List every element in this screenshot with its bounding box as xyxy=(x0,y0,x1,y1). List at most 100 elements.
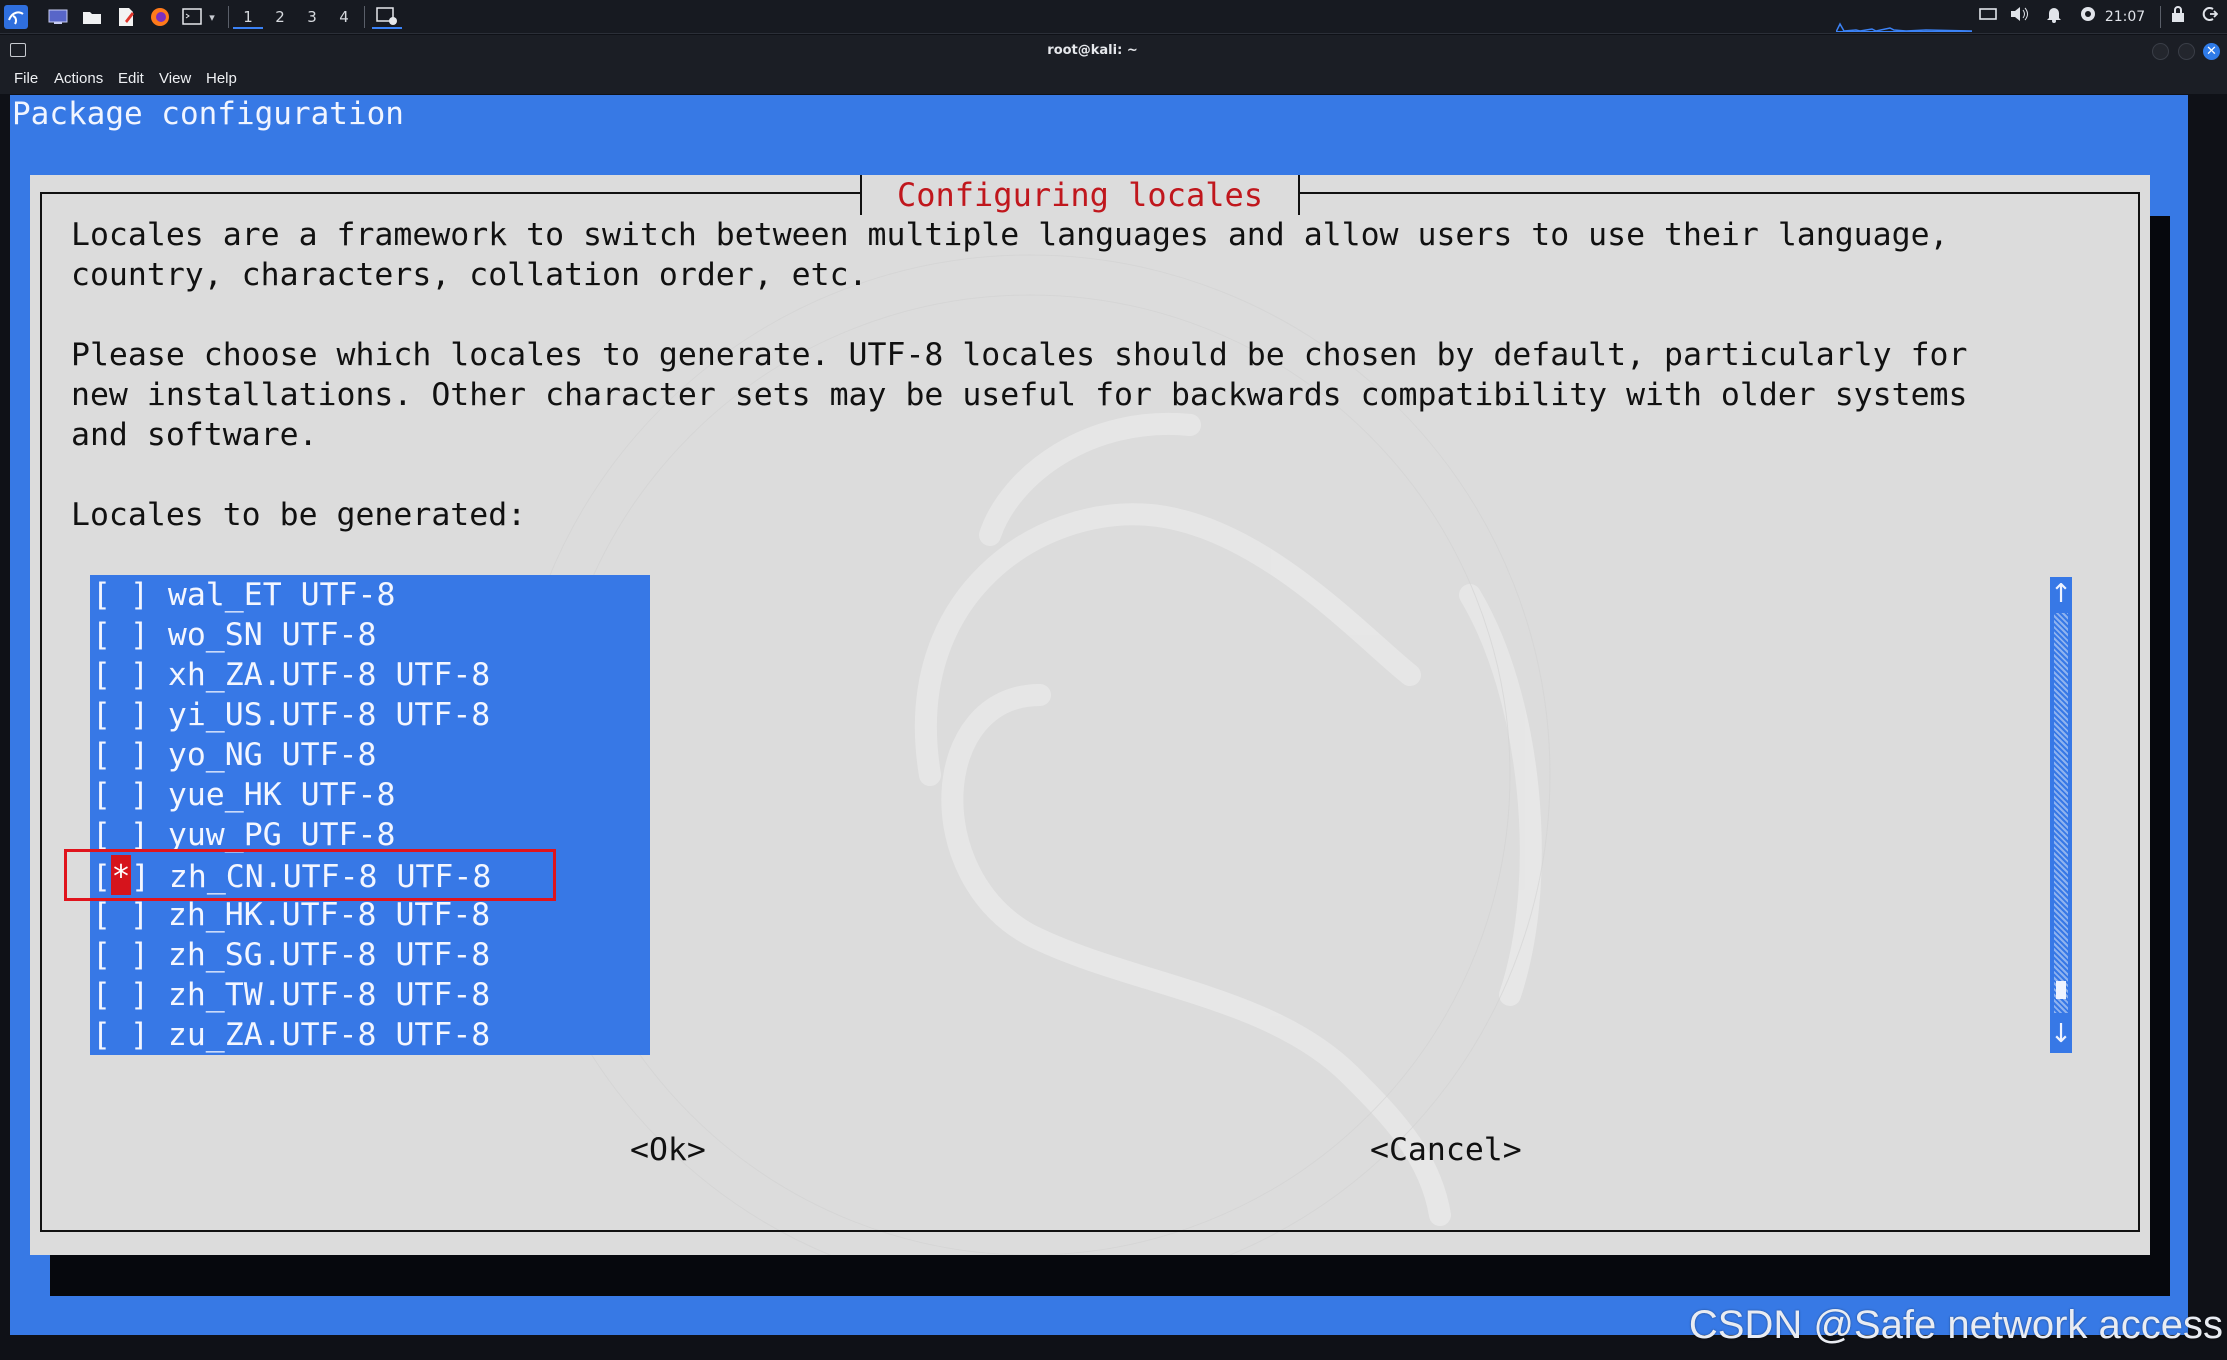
locale-label: zh_SG.UTF-8 UTF-8 xyxy=(167,937,491,973)
kali-menu-icon[interactable] xyxy=(4,5,28,29)
checkbox-close-bracket: ] xyxy=(129,737,168,773)
locale-list-item[interactable]: [ ] zh_TW.UTF-8 UTF-8 xyxy=(90,975,650,1015)
logout-icon[interactable] xyxy=(2198,5,2222,29)
menu-file[interactable]: File xyxy=(14,64,38,94)
network-graph xyxy=(1836,22,1972,32)
checkbox-unchecked[interactable] xyxy=(111,1017,130,1053)
close-icon: ✕ xyxy=(2206,44,2217,59)
locale-label: yi_US.UTF-8 UTF-8 xyxy=(167,697,491,733)
locale-label: wal_ET UTF-8 xyxy=(167,577,396,613)
locales-dialog: Configuring locales Locales are a framew… xyxy=(30,175,2150,1255)
menu-bar: File Actions Edit View Help xyxy=(0,64,2227,94)
locale-label: yue_HK UTF-8 xyxy=(167,777,396,813)
checkbox-open-bracket: [ xyxy=(92,897,111,933)
checkbox-open-bracket: [ xyxy=(92,657,111,693)
locale-list-item[interactable]: [ ] yue_HK UTF-8 xyxy=(90,775,650,815)
locale-label: yuw_PG UTF-8 xyxy=(167,817,396,853)
checkbox-unchecked[interactable] xyxy=(111,577,130,613)
menu-view[interactable]: View xyxy=(159,64,191,94)
menu-edit[interactable]: Edit xyxy=(118,64,144,94)
locale-label: zh_TW.UTF-8 UTF-8 xyxy=(167,977,491,1013)
checkbox-open-bracket: [ xyxy=(92,617,111,653)
list-label: Locales to be generated: xyxy=(71,497,527,533)
checkbox-open-bracket: [ xyxy=(92,697,111,733)
clock[interactable]: 21:07 xyxy=(2100,5,2150,29)
list-scrollbar[interactable]: ↑ ↓ xyxy=(2050,577,2072,1053)
locale-list-item[interactable]: [ ] yo_NG UTF-8 xyxy=(90,735,650,775)
window-title: root@kali: ~ xyxy=(1047,43,1138,58)
desktop-icon[interactable] xyxy=(46,5,70,29)
maximize-button[interactable] xyxy=(2178,43,2195,60)
scroll-thumb[interactable] xyxy=(2056,981,2066,999)
notification-bell-icon[interactable] xyxy=(2042,5,2066,29)
terminal-window-icon[interactable] xyxy=(372,5,402,29)
locale-list-item[interactable]: [ ] wal_ET UTF-8 xyxy=(90,575,650,615)
locale-list-item[interactable]: [ ] wo_SN UTF-8 xyxy=(90,615,650,655)
file-manager-icon[interactable] xyxy=(80,5,104,29)
checkbox-close-bracket: ] xyxy=(129,937,168,973)
backtitle: Package configuration xyxy=(12,96,404,132)
intro-line-2: country, characters, collation order, et… xyxy=(71,257,868,293)
checkbox-open-bracket: [ xyxy=(92,977,111,1013)
scroll-up-icon[interactable]: ↑ xyxy=(2050,577,2072,611)
locale-list-item[interactable]: [ ] zu_ZA.UTF-8 UTF-8 xyxy=(90,1015,650,1055)
checkbox-open-bracket: [ xyxy=(92,817,111,853)
dialog-title: Configuring locales xyxy=(896,176,1264,214)
window-titlebar[interactable]: root@kali: ~ ✕ xyxy=(0,35,2227,67)
workspace-3[interactable]: 3 xyxy=(297,5,327,29)
checkbox-close-bracket: ] xyxy=(129,897,168,933)
menu-help[interactable]: Help xyxy=(206,64,237,94)
scroll-track[interactable] xyxy=(2054,613,2068,1013)
checkbox-close-bracket: ] xyxy=(129,817,168,853)
volume-icon[interactable] xyxy=(2008,5,2032,29)
checkbox-open-bracket: [ xyxy=(92,937,111,973)
workspace-2[interactable]: 2 xyxy=(265,5,295,29)
intro-line-1: Locales are a framework to switch betwee… xyxy=(71,217,1949,253)
firefox-icon[interactable] xyxy=(148,5,172,29)
checkbox-unchecked[interactable] xyxy=(111,937,130,973)
chevron-down-icon[interactable]: ▾ xyxy=(204,5,220,29)
cancel-button[interactable]: <Cancel> xyxy=(1370,1130,1522,1170)
checkbox-unchecked[interactable] xyxy=(111,897,130,933)
checkbox-close-bracket: ] xyxy=(129,577,168,613)
instructions-line-2: new installations. Other character sets … xyxy=(71,377,1968,413)
csdn-watermark: CSDN @Safe network access xyxy=(1688,1303,2223,1347)
checkbox-unchecked[interactable] xyxy=(111,817,130,853)
text-editor-icon[interactable] xyxy=(114,5,138,29)
checkbox-close-bracket: ] xyxy=(129,977,168,1013)
close-button[interactable]: ✕ xyxy=(2203,43,2220,60)
instructions-line-3: and software. xyxy=(71,417,318,453)
locale-label: xh_ZA.UTF-8 UTF-8 xyxy=(167,657,491,693)
checkbox-unchecked[interactable] xyxy=(111,617,130,653)
checkbox-unchecked[interactable] xyxy=(111,697,130,733)
checkbox-open-bracket: [ xyxy=(92,577,111,613)
terminal-icon[interactable] xyxy=(180,5,204,29)
checkbox-open-bracket: [ xyxy=(92,1017,111,1053)
locale-list-item[interactable]: [ ] yi_US.UTF-8 UTF-8 xyxy=(90,695,650,735)
checkbox-close-bracket: ] xyxy=(129,617,168,653)
workspace-1[interactable]: 1 xyxy=(233,5,263,29)
checkbox-close-bracket: ] xyxy=(129,657,168,693)
workspace-4[interactable]: 4 xyxy=(329,5,359,29)
menu-actions[interactable]: Actions xyxy=(54,64,103,94)
checkbox-unchecked[interactable] xyxy=(111,737,130,773)
checkbox-close-bracket: ] xyxy=(129,1017,168,1053)
locale-list-item[interactable]: [ ] zh_SG.UTF-8 UTF-8 xyxy=(90,935,650,975)
locale-list-item[interactable]: [ ] xh_ZA.UTF-8 UTF-8 xyxy=(90,655,650,695)
checkbox-unchecked[interactable] xyxy=(111,977,130,1013)
checkbox-open-bracket: [ xyxy=(92,737,111,773)
minimize-button[interactable] xyxy=(2152,43,2169,60)
ok-button[interactable]: <Ok> xyxy=(630,1130,706,1170)
locale-list-item[interactable]: [ ] zh_HK.UTF-8 UTF-8 xyxy=(90,895,650,935)
update-icon[interactable] xyxy=(2076,5,2100,29)
checkbox-unchecked[interactable] xyxy=(111,777,130,813)
display-icon[interactable] xyxy=(1976,5,2000,29)
locale-checklist[interactable]: [ ] wal_ET UTF-8[ ] wo_SN UTF-8[ ] xh_ZA… xyxy=(90,575,650,1055)
checkbox-close-bracket: ] xyxy=(129,777,168,813)
scroll-down-icon[interactable]: ↓ xyxy=(2050,1017,2072,1051)
instructions-line-1: Please choose which locales to generate.… xyxy=(71,337,1968,373)
locale-label: zu_ZA.UTF-8 UTF-8 xyxy=(167,1017,491,1053)
checkbox-unchecked[interactable] xyxy=(111,657,130,693)
lock-icon[interactable] xyxy=(2166,5,2190,29)
selection-highlight-box xyxy=(64,849,556,901)
